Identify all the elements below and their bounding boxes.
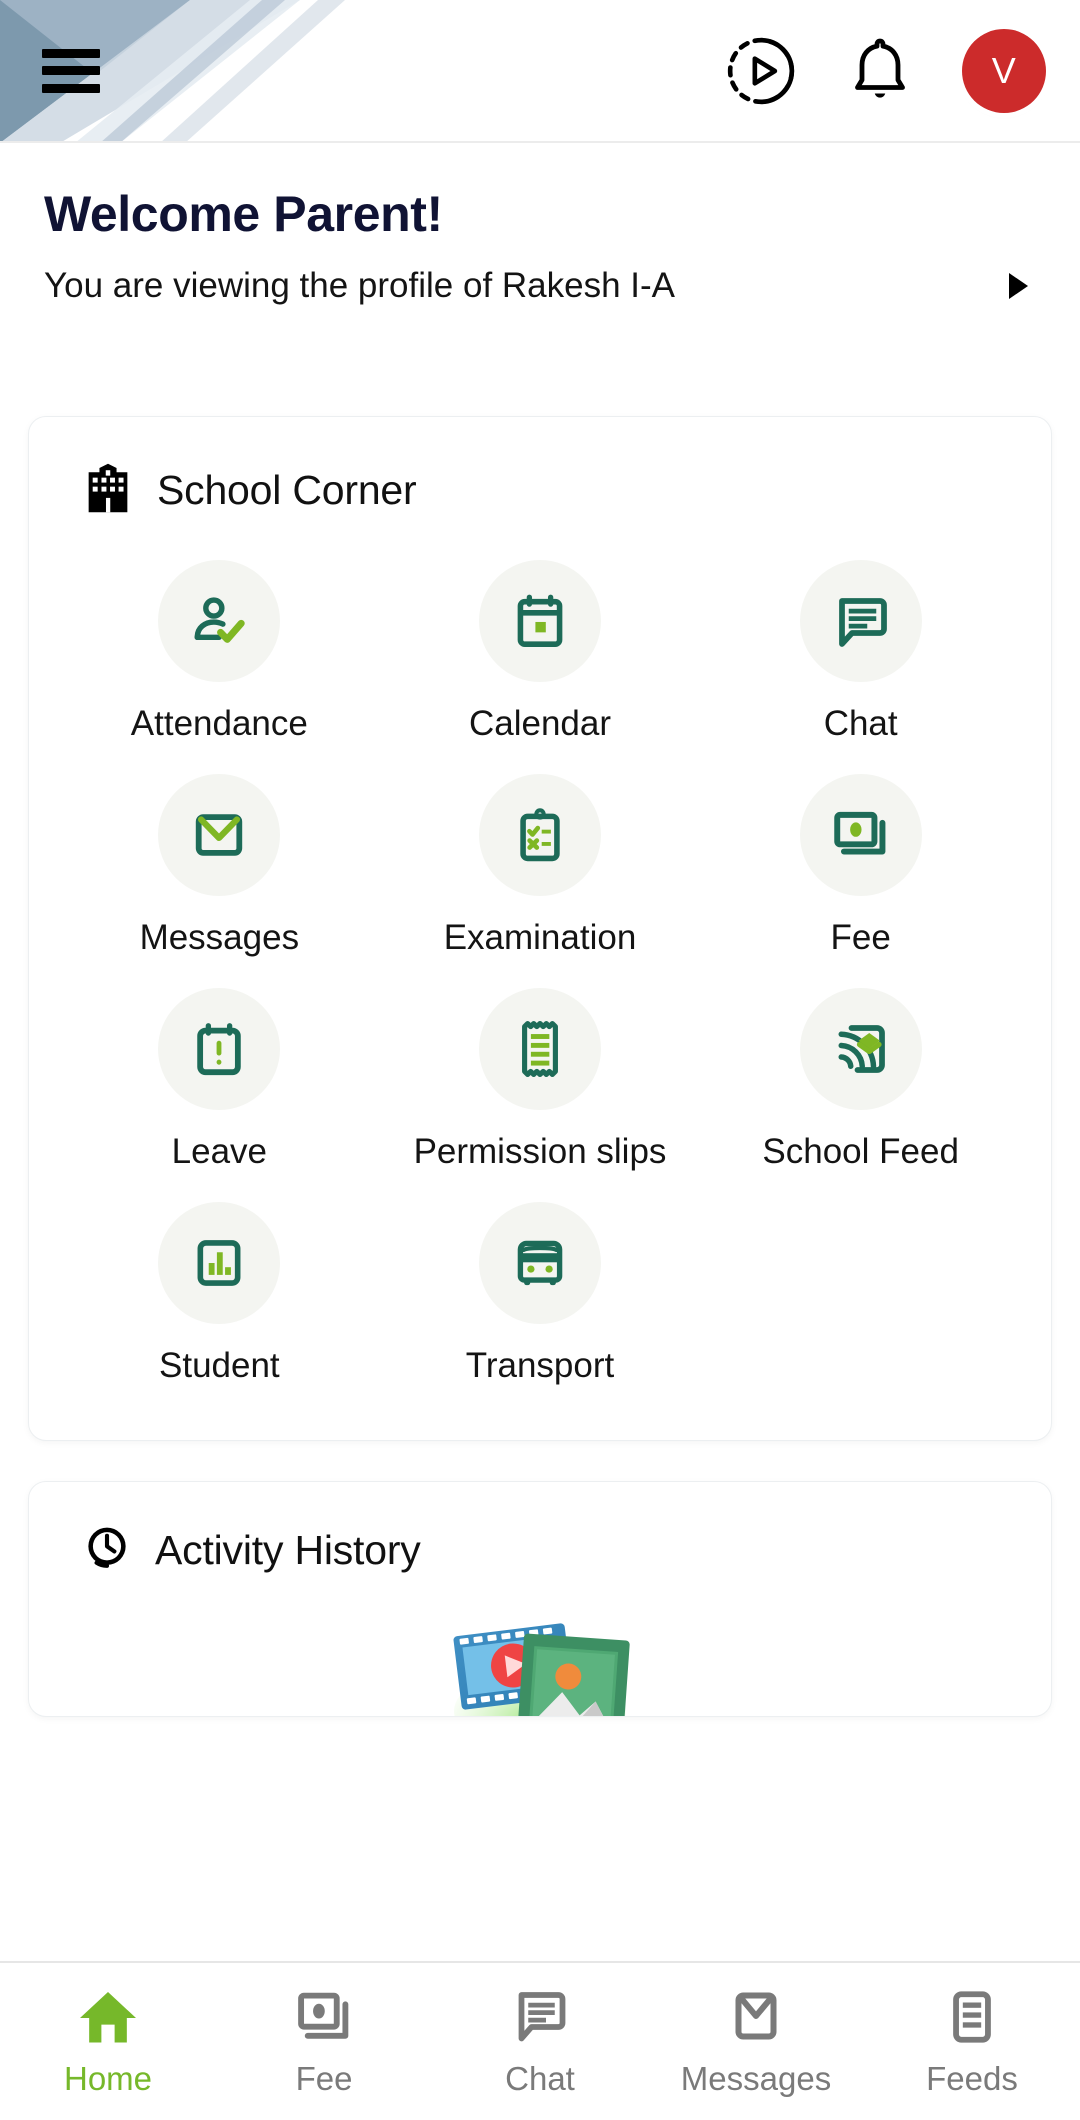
nav-item-feeds[interactable]: Feeds xyxy=(864,1989,1080,2098)
tile-label: Chat xyxy=(823,704,898,743)
calendar-alert-icon xyxy=(197,1023,242,1076)
bar-chart-icon xyxy=(197,1240,241,1286)
nav-label: Feeds xyxy=(926,2060,1018,2097)
icon-bubble xyxy=(478,774,601,896)
avatar[interactable]: V xyxy=(962,28,1046,113)
chat-bubble-icon xyxy=(510,1989,570,2050)
envelope-icon xyxy=(196,814,243,856)
bell-icon[interactable] xyxy=(850,35,910,107)
envelope-icon xyxy=(726,1989,786,2050)
icon-bubble xyxy=(158,774,281,896)
nav-label: Fee xyxy=(295,2060,353,2097)
tile-label: Transport xyxy=(465,1346,615,1385)
nav-label: Chat xyxy=(505,2060,575,2097)
tile-examination[interactable]: Examination xyxy=(380,774,701,958)
tile-chat[interactable]: Chat xyxy=(700,560,1021,744)
tile-transport[interactable]: Transport xyxy=(380,1202,701,1386)
media-photo-video-illustration xyxy=(59,1593,1021,1716)
profile-switcher[interactable]: You are viewing the profile of Rakesh I-… xyxy=(44,266,1036,306)
profile-text: You are viewing the profile of Rakesh I-… xyxy=(44,266,676,305)
icon-bubble xyxy=(158,1202,281,1324)
receipt-icon xyxy=(522,1020,558,1077)
tile-label: Leave xyxy=(171,1132,268,1171)
tile-student[interactable]: Student xyxy=(59,1202,380,1386)
feed-list-icon xyxy=(943,1989,1001,2050)
chat-bubble-icon xyxy=(838,598,887,647)
clipboard-check-icon xyxy=(520,808,560,862)
nav-item-fee[interactable]: Fee xyxy=(216,1989,432,2098)
school-corner-header: School Corner xyxy=(59,461,1021,520)
bottom-navigation: Home Fee Chat Messages Feeds xyxy=(0,1961,1080,2120)
tile-messages[interactable]: Messages xyxy=(59,774,380,958)
tile-label: Attendance xyxy=(130,704,308,743)
icon-bubble xyxy=(158,560,281,682)
tile-school-feed[interactable]: School Feed xyxy=(700,988,1021,1172)
school-building-icon xyxy=(81,461,135,520)
tile-label: Calendar xyxy=(468,704,612,743)
tile-label: Messages xyxy=(139,918,300,957)
nav-item-home[interactable]: Home xyxy=(0,1989,216,2098)
icon-bubble xyxy=(799,560,922,682)
page-title: Welcome Parent! xyxy=(44,186,443,242)
tile-label: Student xyxy=(159,1346,280,1385)
cards-stack-icon xyxy=(293,1989,355,2050)
tile-attendance[interactable]: Attendance xyxy=(59,560,380,744)
person-check-icon xyxy=(194,597,246,643)
icon-bubble xyxy=(799,988,922,1110)
tile-label: Permission slips xyxy=(413,1132,667,1171)
nav-label: Messages xyxy=(680,2060,832,2097)
avatar-initial: V xyxy=(991,49,1017,91)
nav-label: Home xyxy=(63,2060,153,2097)
icon-bubble xyxy=(478,1202,601,1324)
icon-bubble xyxy=(478,560,601,682)
feed-broadcast-icon xyxy=(838,1025,885,1073)
nav-item-messages[interactable]: Messages xyxy=(648,1989,864,2098)
tile-permission-slips[interactable]: Permission slips xyxy=(380,988,701,1172)
clock-icon xyxy=(81,1522,133,1579)
activity-history-header: Activity History xyxy=(59,1522,1021,1579)
activity-history-card: Activity History xyxy=(28,1481,1052,1717)
school-corner-card: School Corner Attendance Calendar Chat M… xyxy=(28,416,1052,1441)
icon-bubble xyxy=(158,988,281,1110)
tile-label: Examination xyxy=(443,918,637,957)
icon-bubble xyxy=(799,774,922,896)
activity-history-title: Activity History xyxy=(155,1527,421,1573)
tile-leave[interactable]: Leave xyxy=(59,988,380,1172)
school-corner-title: School Corner xyxy=(157,467,417,513)
tile-fee[interactable]: Fee xyxy=(700,774,1021,958)
home-icon xyxy=(77,1989,139,2050)
tile-label: Fee xyxy=(830,918,891,957)
welcome-section: Welcome Parent! You are viewing the prof… xyxy=(0,143,1080,306)
bus-icon xyxy=(517,1240,563,1286)
cards-stack-icon xyxy=(833,811,886,855)
tile-label: School Feed xyxy=(762,1132,959,1171)
school-corner-grid: Attendance Calendar Chat Messages Examin… xyxy=(59,560,1021,1386)
app-header: V xyxy=(0,0,1080,143)
calendar-icon xyxy=(517,594,563,647)
hamburger-menu-icon[interactable] xyxy=(42,48,100,93)
nav-item-chat[interactable]: Chat xyxy=(432,1989,648,2098)
header-actions: V xyxy=(724,28,1046,113)
play-circle-dashed-icon[interactable] xyxy=(724,34,798,108)
chevron-right-icon[interactable] xyxy=(1009,273,1028,299)
icon-bubble xyxy=(478,988,601,1110)
tile-calendar[interactable]: Calendar xyxy=(380,560,701,744)
